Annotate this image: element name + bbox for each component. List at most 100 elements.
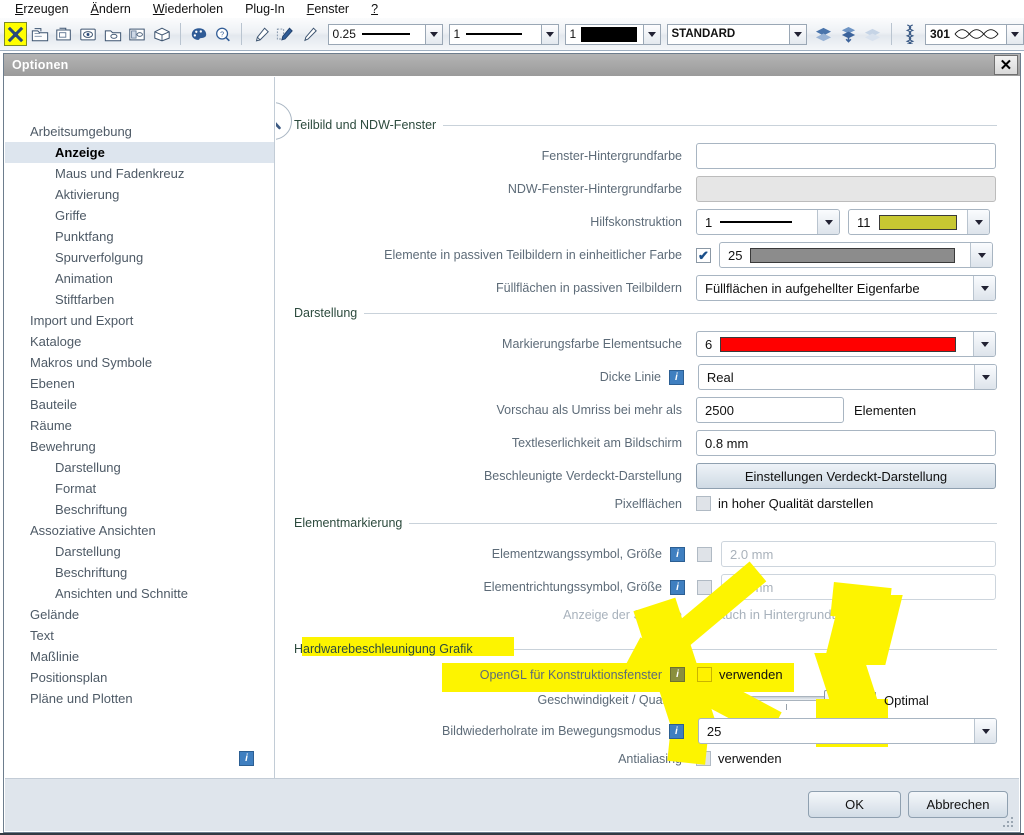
sidebar-item-pl-ne-und-plotten[interactable]: Pläne und Plotten (5, 688, 274, 709)
menu-item-wiederholen[interactable]: Wiederholen (142, 2, 234, 16)
sidebar-item-animation[interactable]: Animation (5, 268, 274, 289)
label-opengl: OpenGL für Konstruktionsfenster (294, 668, 662, 682)
menu-item-erzeugen[interactable]: EErzeugenrzeugen (4, 2, 80, 16)
sidebar-item-beschriftung[interactable]: Beschriftung (5, 562, 274, 583)
folder-layer-icon[interactable] (102, 22, 124, 46)
tools-icon[interactable] (4, 22, 27, 46)
geschwindigkeit-slider-label: Optimal (884, 693, 929, 708)
menu-bar: EErzeugenrzeugen Ändern Wiederholen Plug… (0, 0, 1024, 18)
sidebar-item-label: Positionsplan (30, 670, 107, 685)
sidebar-item-aktivierung[interactable]: Aktivierung (5, 184, 274, 205)
highlight-stroke-c (658, 561, 767, 658)
pen-width-combo[interactable]: 0.25 (328, 24, 426, 45)
pen-width-value: 0.25 (333, 27, 356, 41)
format-brush-icon[interactable] (274, 22, 296, 46)
eyedropper-icon[interactable] (298, 22, 320, 46)
svg-text:?: ? (220, 29, 224, 38)
sidebar-item-positionsplan[interactable]: Positionsplan (5, 667, 274, 688)
sidebar-item-text[interactable]: Text (5, 625, 274, 646)
color-dropdown-arrow[interactable] (644, 24, 661, 45)
hatch-pattern-icon[interactable] (899, 22, 921, 46)
sidebar-item-import-und-export[interactable]: Import und Export (5, 310, 274, 331)
sidebar-item-label: Ebenen (30, 376, 75, 391)
label-bildwiederholrate: Bildwiederholrate im Bewegungsmodus (294, 724, 661, 738)
sidebar-item-anzeige[interactable]: Anzeige (5, 142, 274, 163)
sidebar-item-ebenen[interactable]: Ebenen (5, 373, 274, 394)
sidebar-item-label: Spurverfolgung (55, 250, 143, 265)
layer-ghost-icon[interactable] (861, 22, 883, 46)
zoom-help-icon[interactable]: ? (212, 22, 234, 46)
sidebar-item-makros-und-symbole[interactable]: Makros und Symbole (5, 352, 274, 373)
sidebar-item-label: Griffe (55, 208, 87, 223)
dialog-title: Optionen (12, 58, 68, 72)
sidebar-item-kataloge[interactable]: Kataloge (5, 331, 274, 352)
sidebar-item-label: Bewehrung (30, 439, 96, 454)
layer-value: STANDARD (672, 28, 736, 40)
resize-grip[interactable] (1001, 815, 1013, 827)
opengl-checkbox[interactable] (697, 667, 712, 682)
info-icon[interactable]: i (670, 667, 685, 682)
cancel-button[interactable]: Abbrechen (908, 791, 1008, 818)
sidebar-item-stiftfarben[interactable]: Stiftfarben (5, 289, 274, 310)
sidebar-item-label: Punktfang (55, 229, 114, 244)
sidebar-item-punktfang[interactable]: Punktfang (5, 226, 274, 247)
highlight-stroke-f (814, 653, 881, 713)
info-icon[interactable]: i (669, 724, 684, 739)
cube-3d-icon[interactable] (150, 22, 172, 46)
options-dialog: Optionen ✕ Arbeitsumgebung Anzeige Maus un… (3, 53, 1021, 833)
layer-combo[interactable]: STANDARD (667, 24, 790, 45)
info-icon: i (239, 751, 254, 766)
cancel-button-label: Abbrechen (927, 797, 990, 812)
sidebar-item-assoziative-ansichten[interactable]: Assoziative Ansichten (5, 520, 274, 541)
teilbild-struktur-icon[interactable] (53, 22, 75, 46)
sidebar-item-label: Stiftfarben (55, 292, 114, 307)
stroke-number-combo[interactable]: 301 (925, 24, 1007, 45)
line-type-combo[interactable]: 1 (449, 24, 542, 45)
palette-icon[interactable] (188, 22, 210, 46)
sidebar-item-label: Anzeige (55, 145, 105, 160)
eye-visibility-icon[interactable] (77, 22, 99, 46)
highlight-stroke-h (830, 582, 891, 622)
dialog-titlebar[interactable]: Optionen ✕ (4, 54, 1020, 76)
open-teilbild-icon[interactable] (29, 22, 51, 46)
sidebar-item-ansichten-und-schnitte[interactable]: Ansichten und Schnitte (5, 583, 274, 604)
menu-item-plugin[interactable]: Plug-In (234, 2, 296, 16)
stroke-dropdown-arrow[interactable] (1007, 24, 1024, 45)
line-type-dropdown-arrow[interactable] (542, 24, 559, 45)
layer-down-icon[interactable] (837, 22, 859, 46)
sidebar-item-r-ume[interactable]: Räume (5, 415, 274, 436)
sidebar-item-darstellung[interactable]: Darstellung (5, 457, 274, 478)
sidebar-item-label: Makros und Symbole (30, 355, 152, 370)
sidebar-item-darstellung[interactable]: Darstellung (5, 541, 274, 562)
sidebar-item-bauteile[interactable]: Bauteile (5, 394, 274, 415)
sidebar-item-label: Maus und Fadenkreuz (55, 166, 184, 181)
sidebar-item-label: Räume (30, 418, 72, 433)
highlight-stroke-e (823, 595, 902, 665)
pen-width-dropdown-arrow[interactable] (426, 24, 443, 45)
options-sidebar[interactable]: Arbeitsumgebung Anzeige Maus und Fadenkreu… (5, 77, 275, 778)
brush-icon[interactable] (249, 22, 271, 46)
bildwiederholrate-combo[interactable]: 25 (698, 718, 997, 744)
sidebar-item-maus-und-fadenkreuz[interactable]: Maus und Fadenkreuz (5, 163, 274, 184)
sidebar-item-ma-linie[interactable]: Maßlinie (5, 646, 274, 667)
sidebar-item-beschriftung[interactable]: Beschriftung (5, 499, 274, 520)
sidebar-info-button[interactable]: i (239, 751, 254, 766)
layer-preview-icon[interactable] (126, 22, 148, 46)
layer-dropdown-arrow[interactable] (790, 24, 807, 45)
sidebar-item-bewehrung[interactable]: Bewehrung (5, 436, 274, 457)
ok-button-label: OK (845, 797, 864, 812)
sidebar-item-arbeitsumgebung[interactable]: Arbeitsumgebung (5, 121, 274, 142)
chevron-down-icon[interactable] (974, 719, 996, 743)
sidebar-item-label: Arbeitsumgebung (30, 124, 132, 139)
sidebar-item-spurverfolgung[interactable]: Spurverfolgung (5, 247, 274, 268)
layer-active-icon[interactable] (813, 22, 835, 46)
close-icon[interactable]: ✕ (994, 55, 1018, 75)
ok-button[interactable]: OK (808, 791, 901, 818)
sidebar-item-format[interactable]: Format (5, 478, 274, 499)
sidebar-item-gel-nde[interactable]: Gelände (5, 604, 274, 625)
menu-item-fenster[interactable]: Fenster (296, 2, 360, 16)
menu-item-help[interactable]: ? (360, 2, 389, 16)
menu-item-aendern[interactable]: Ändern (80, 2, 142, 16)
sidebar-item-griffe[interactable]: Griffe (5, 205, 274, 226)
color-index-combo[interactable]: 1 (565, 24, 644, 45)
